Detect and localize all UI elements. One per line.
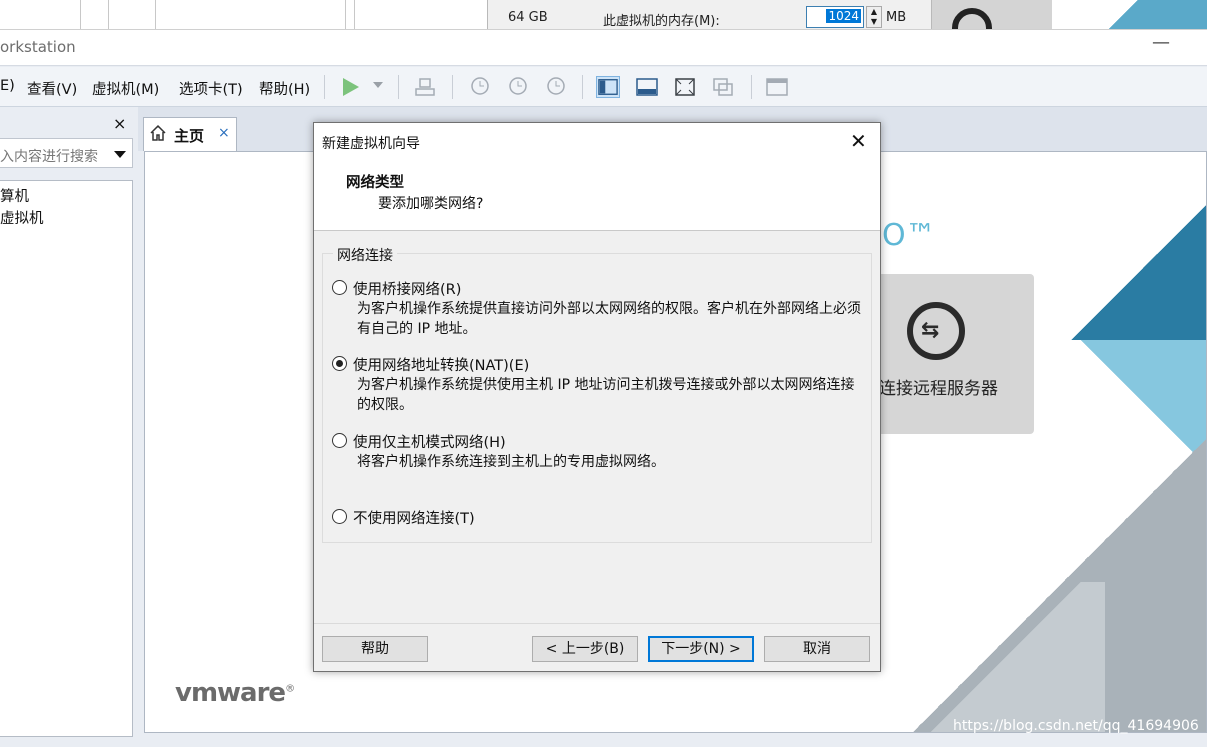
bg-memory-size: 64 GB <box>508 10 548 25</box>
menu-edit[interactable]: E) <box>0 78 15 94</box>
tree-item-shared-vms[interactable]: 虚拟机 <box>0 207 44 228</box>
app-titlebar: orkstation — <box>0 30 1207 66</box>
bg-column-divider <box>345 0 346 29</box>
show-library-icon[interactable] <box>596 76 620 98</box>
bg-column-divider <box>80 0 81 29</box>
menu-view[interactable]: 查看(V) <box>27 78 77 99</box>
option-nat-label[interactable]: 使用网络地址转换(NAT)(E) <box>353 354 529 375</box>
help-button[interactable]: 帮助 <box>322 636 428 662</box>
radio-bridged[interactable] <box>332 280 347 295</box>
library-search-placeholder: 入内容进行搜索 <box>0 149 98 165</box>
bg-blue-decoration <box>1095 0 1207 29</box>
bg-column-divider <box>155 0 156 29</box>
fullscreen-icon[interactable] <box>673 76 697 98</box>
dialog-header: 网络类型 要添加哪类网络? <box>314 159 880 231</box>
cancel-button[interactable]: 取消 <box>764 636 870 662</box>
library-close-button[interactable]: × <box>113 114 126 133</box>
product-trademark: O™ <box>882 218 936 253</box>
send-keys-icon[interactable] <box>413 76 437 98</box>
library-search-input[interactable]: 入内容进行搜索 <box>0 138 133 168</box>
option-host-only-label[interactable]: 使用仅主机模式网络(H) <box>353 431 506 452</box>
decoration-triangle <box>905 582 1105 732</box>
toolbar-separator <box>751 75 752 99</box>
play-dropdown-icon[interactable] <box>373 82 383 88</box>
dialog-footer: 帮助 < 上一步(B) 下一步(N) > 取消 <box>314 623 880 671</box>
toolbar-separator <box>398 75 399 99</box>
bg-memory-spinner[interactable]: ▲ ▼ <box>866 6 882 28</box>
revert-snapshot-icon[interactable] <box>505 76 529 98</box>
next-button[interactable]: 下一步(N) > <box>648 636 754 662</box>
menu-toolbar: E) 查看(V) 虚拟机(M) 选项卡(T) 帮助(H) <box>0 67 1207 107</box>
option-bridged-desc: 为客户机操作系统提供直接访问外部以太网网络的权限。客户机在外部网络上必须有自己的… <box>357 301 861 337</box>
option-nat-desc: 为客户机操作系统提供使用主机 IP 地址访问主机拨号连接或外部以太网网络连接的权… <box>357 377 855 413</box>
dialog-subheading: 要添加哪类网络? <box>378 196 484 212</box>
dialog-close-button[interactable]: ✕ <box>850 129 867 153</box>
bg-memory-unit: MB <box>886 10 907 25</box>
tab-home[interactable]: 主页 × <box>143 117 237 151</box>
option-no-network-label[interactable]: 不使用网络连接(T) <box>353 507 475 528</box>
menu-help[interactable]: 帮助(H) <box>259 78 310 99</box>
toolbar-separator <box>324 75 325 99</box>
option-bridged-label[interactable]: 使用桥接网络(R) <box>353 278 461 299</box>
tab-close-icon[interactable]: × <box>218 125 230 141</box>
bg-gray-block <box>932 0 1052 29</box>
network-connection-group: 网络连接 使用桥接网络(R) 为客户机操作系统提供直接访问外部以太网网络的权限。… <box>322 245 872 543</box>
radio-no-network[interactable] <box>332 509 347 524</box>
thumbnail-bar-icon[interactable] <box>635 76 659 98</box>
snapshot-icon[interactable] <box>467 76 491 98</box>
watermark: https://blog.csdn.net/qq_41694906 <box>953 718 1199 734</box>
radio-nat[interactable] <box>332 356 347 371</box>
bg-column-divider <box>354 0 355 29</box>
group-label: 网络连接 <box>333 245 397 265</box>
option-host-only-desc: 将客户机操作系统连接到主机上的专用虚拟网络。 <box>357 454 665 470</box>
toolbar-separator <box>452 75 453 99</box>
snapshot-manager-icon[interactable] <box>543 76 567 98</box>
console-view-icon[interactable] <box>765 76 789 98</box>
radio-host-only[interactable] <box>332 433 347 448</box>
home-icon <box>150 124 166 141</box>
unity-icon[interactable] <box>711 76 735 98</box>
connect-remote-server-label: 连接远程服务器 <box>879 379 998 399</box>
play-icon[interactable] <box>343 78 359 96</box>
menu-tabs[interactable]: 选项卡(T) <box>179 78 243 99</box>
chevron-down-icon[interactable] <box>114 151 126 158</box>
bg-memory-label: 此虚拟机的内存(M): <box>603 14 720 29</box>
dialog-titlebar: 新建虚拟机向导 ✕ <box>314 123 880 159</box>
menu-vm[interactable]: 虚拟机(M) <box>92 78 159 99</box>
dialog-title: 新建虚拟机向导 <box>322 136 420 152</box>
decoration-triangle <box>1071 200 1206 340</box>
background-window-strip: 64 GB 此虚拟机的内存(M): 1024 ▲ ▼ MB <box>0 0 1207 30</box>
remote-connect-icon: ⇆ <box>907 302 965 360</box>
back-button[interactable]: < 上一步(B) <box>532 636 638 662</box>
toolbar-separator <box>582 75 583 99</box>
bg-memory-input[interactable]: 1024 <box>806 6 864 28</box>
app-title: orkstation <box>0 38 76 56</box>
vmware-logo: vmware® <box>175 678 295 708</box>
new-vm-wizard-dialog: 新建虚拟机向导 ✕ 网络类型 要添加哪类网络? 网络连接 使用桥接网络(R) 为… <box>313 122 881 672</box>
minimize-button[interactable]: — <box>1152 32 1170 53</box>
dialog-heading: 网络类型 <box>346 175 404 191</box>
tree-item-my-computer[interactable]: 算机 <box>0 185 29 206</box>
bg-column-divider <box>108 0 109 29</box>
tab-home-label: 主页 <box>174 127 205 145</box>
bg-memory-value: 1024 <box>826 9 861 23</box>
library-tree: 算机 虚拟机 <box>0 180 133 737</box>
